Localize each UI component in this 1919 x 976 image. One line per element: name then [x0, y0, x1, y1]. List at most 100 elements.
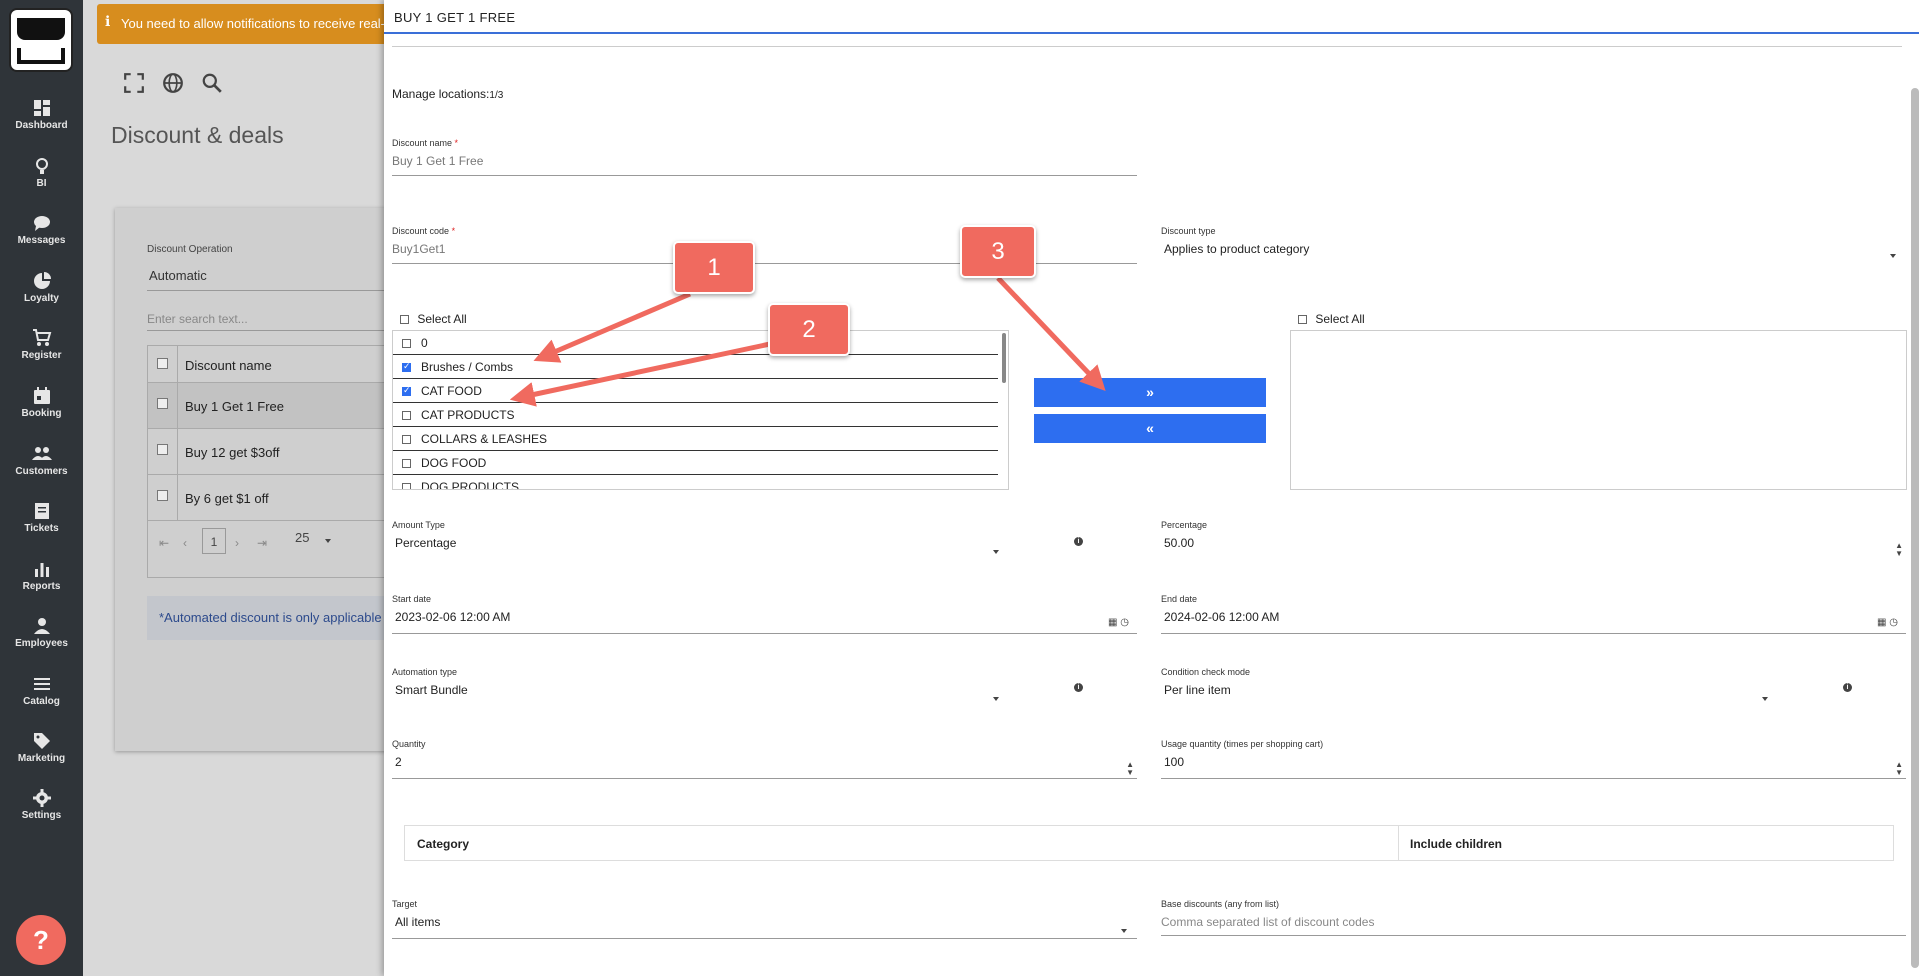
available-categories-list[interactable]: 0 Brushes / Combs CAT FOOD CAT PRODUCTS …: [392, 330, 1009, 490]
target-select[interactable]: Target All items: [392, 899, 1137, 939]
list-item[interactable]: COLLARS & LEASHES: [393, 427, 998, 451]
panel-header: BUY 1 GET 1 FREE: [384, 0, 1919, 34]
sidebar-item-customers[interactable]: Customers: [0, 438, 83, 492]
store-logo[interactable]: [9, 8, 73, 72]
info-icon[interactable]: i: [1074, 537, 1083, 546]
base-discounts-field[interactable]: Base discounts (any from list) Comma sep…: [1161, 899, 1906, 936]
table-row[interactable]: By 6 get $1 off: [148, 475, 416, 521]
end-date-field[interactable]: End date 2024-02-06 12:00 AM ▦ ◷: [1161, 594, 1906, 634]
list-item[interactable]: Brushes / Combs: [393, 355, 998, 379]
calendar-clock-icon[interactable]: ▦ ◷: [1877, 617, 1898, 628]
quantity-field[interactable]: Quantity 2 ▲ ▼: [392, 739, 1137, 779]
stepper-icon[interactable]: ▲ ▼: [1895, 761, 1903, 777]
discount-type-select[interactable]: Discount type Applies to product categor…: [1161, 226, 1906, 264]
item-checkbox[interactable]: [402, 411, 411, 420]
help-button[interactable]: ?: [16, 915, 66, 965]
select-all-checkbox[interactable]: [1298, 315, 1307, 325]
select-all-left[interactable]: Select All: [400, 312, 467, 326]
last-page-icon[interactable]: ⇥: [257, 536, 267, 550]
list-item[interactable]: DOG FOOD: [393, 451, 998, 475]
field-label: End date: [1161, 594, 1198, 604]
sidebar-item-register[interactable]: Register: [0, 322, 83, 376]
list-scrollbar[interactable]: [1002, 333, 1006, 383]
stepper-icon[interactable]: ▲ ▼: [1126, 761, 1134, 777]
column-header-include-children: Include children: [1410, 837, 1503, 851]
discount-name-input[interactable]: Buy 1 Get 1 Free: [392, 154, 1137, 168]
row-checkbox[interactable]: [157, 444, 168, 455]
percentage-input[interactable]: 50.00: [1161, 536, 1906, 550]
percentage-field[interactable]: Percentage 50.00 ▲ ▼: [1161, 520, 1906, 560]
list-item[interactable]: DOG PRODUCTS: [393, 475, 998, 489]
sidebar-item-messages[interactable]: Messages: [0, 207, 83, 261]
notification-banner[interactable]: ℹ You need to allow notifications to rec…: [97, 4, 417, 44]
select-all-right[interactable]: Select All: [1298, 312, 1365, 326]
sidebar-item-settings[interactable]: Settings: [0, 782, 83, 836]
row-checkbox[interactable]: [157, 490, 168, 501]
info-icon[interactable]: i: [1074, 683, 1083, 692]
sidebar-item-label: Register: [21, 350, 62, 361]
select-all-checkbox[interactable]: [400, 315, 409, 325]
item-checkbox[interactable]: [402, 339, 411, 348]
list-item[interactable]: CAT PRODUCTS: [393, 403, 998, 427]
sidebar-item-catalog[interactable]: Catalog: [0, 668, 83, 722]
condition-check-mode-select[interactable]: Condition check mode Per line item: [1161, 667, 1778, 707]
sidebar-item-label: Messages: [17, 235, 66, 246]
page-size-select[interactable]: 25: [295, 530, 309, 545]
item-checkbox[interactable]: [402, 459, 411, 468]
selected-categories-list[interactable]: [1290, 330, 1907, 490]
end-date-input[interactable]: 2024-02-06 12:00 AM: [1161, 610, 1906, 624]
info-icon: ℹ: [105, 13, 111, 29]
sidebar-item-reports[interactable]: Reports: [0, 553, 83, 607]
start-date-field[interactable]: Start date 2023-02-06 12:00 AM ▦ ◷: [392, 594, 1137, 634]
move-left-button[interactable]: «: [1034, 414, 1266, 443]
move-right-button[interactable]: »: [1034, 378, 1266, 407]
item-checkbox[interactable]: [402, 385, 411, 396]
operation-select[interactable]: Automatic: [149, 268, 207, 283]
manage-locations-count: 1/3: [489, 90, 504, 101]
row-checkbox[interactable]: [157, 398, 168, 409]
item-checkbox[interactable]: [402, 483, 411, 489]
target-value: All items: [395, 915, 441, 929]
table-row[interactable]: Buy 12 get $3off: [148, 429, 416, 475]
sidebar-item-marketing[interactable]: Marketing: [0, 725, 83, 779]
usage-quantity-field[interactable]: Usage quantity (times per shopping cart)…: [1161, 739, 1906, 779]
quantity-input[interactable]: 2: [392, 755, 1137, 769]
field-label: Discount name: [392, 138, 453, 148]
sidebar-item-tickets[interactable]: Tickets: [0, 495, 83, 549]
tag-icon: [33, 733, 50, 749]
sidebar-item-booking[interactable]: Booking: [0, 380, 83, 434]
info-icon[interactable]: i: [1843, 683, 1852, 692]
usage-quantity-input[interactable]: 100: [1161, 755, 1906, 769]
manage-locations[interactable]: Manage locations:1/3: [392, 87, 503, 101]
table-row[interactable]: Buy 1 Get 1 Free: [148, 383, 416, 429]
globe-icon[interactable]: [162, 72, 184, 94]
sidebar-item-loyalty[interactable]: Loyalty: [0, 265, 83, 319]
fullscreen-icon[interactable]: [123, 72, 145, 94]
chevron-down-icon: [1121, 929, 1127, 933]
automation-type-select[interactable]: Automation type Smart Bundle: [392, 667, 1009, 707]
sidebar-item-employees[interactable]: Employees: [0, 610, 83, 664]
divider: [147, 330, 415, 331]
search-icon[interactable]: [201, 72, 223, 94]
list-item[interactable]: CAT FOOD: [393, 379, 998, 403]
list-item[interactable]: 0: [393, 331, 998, 355]
sidebar-item-dashboard[interactable]: Dashboard: [0, 92, 83, 146]
next-page-icon[interactable]: ›: [235, 536, 239, 550]
discount-type-value: Applies to product category: [1164, 242, 1310, 256]
search-input[interactable]: Enter search text...: [147, 312, 248, 326]
current-page[interactable]: 1: [202, 528, 226, 554]
select-all-checkbox[interactable]: [157, 358, 168, 369]
discount-name-field[interactable]: Discount name * Buy 1 Get 1 Free: [392, 138, 1137, 176]
first-page-icon[interactable]: ⇤: [159, 536, 169, 550]
people-icon: [31, 447, 52, 460]
start-date-input[interactable]: 2023-02-06 12:00 AM: [392, 610, 1137, 624]
sidebar-item-bi[interactable]: BI: [0, 150, 83, 204]
scrollbar[interactable]: [1911, 88, 1919, 968]
calendar-clock-icon[interactable]: ▦ ◷: [1108, 617, 1129, 628]
prev-page-icon[interactable]: ‹: [183, 536, 187, 550]
stepper-icon[interactable]: ▲ ▼: [1895, 542, 1903, 558]
item-checkbox[interactable]: [402, 361, 411, 372]
amount-type-select[interactable]: Amount Type Percentage: [392, 520, 1009, 560]
item-checkbox[interactable]: [402, 435, 411, 444]
base-discounts-input[interactable]: Comma separated list of discount codes: [1161, 915, 1906, 929]
